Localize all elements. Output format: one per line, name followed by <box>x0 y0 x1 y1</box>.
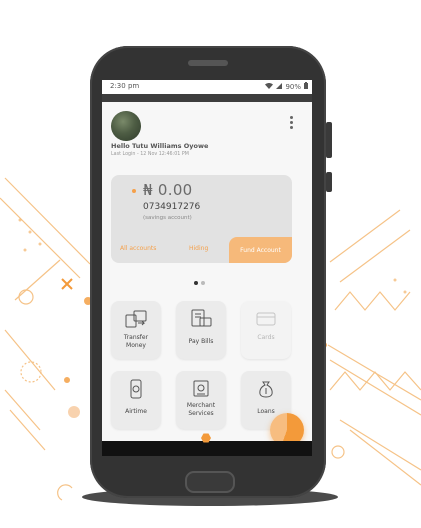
battery-text: 90% <box>285 82 301 91</box>
merchant-icon <box>189 379 213 399</box>
pager-dot-active[interactable] <box>194 281 198 285</box>
airtime-tile[interactable]: Airtime <box>111 371 161 429</box>
balance-indicator-dot <box>132 189 136 193</box>
more-menu-icon[interactable] <box>290 116 294 131</box>
transfer-money-label-2: Money <box>126 342 146 349</box>
avatar[interactable] <box>111 111 141 141</box>
airtime-label: Airtime <box>125 408 147 415</box>
card-pager <box>194 281 205 285</box>
pay-bills-label: Pay Bills <box>188 338 214 345</box>
last-login-text: Last Login - 12 Nov 12:46:01 PM <box>111 152 189 157</box>
cards-tile[interactable]: Cards <box>241 301 291 359</box>
merchant-services-tile[interactable]: Merchant Services <box>176 371 226 429</box>
phone-home-button <box>185 471 235 493</box>
phone-volume-button <box>326 122 332 158</box>
battery-icon <box>304 82 308 91</box>
all-accounts-link[interactable]: All accounts <box>120 245 156 252</box>
fund-account-button[interactable]: Fund Account <box>229 237 292 263</box>
hide-balance-link[interactable]: Hiding <box>189 245 208 252</box>
account-balance: ₦ 0.00 <box>143 181 193 199</box>
airtime-icon <box>124 379 148 399</box>
phone-mockup: 2:30 pm 90% Hello Tutu Williams Oyowe La… <box>90 46 332 498</box>
header-band <box>102 94 312 102</box>
bills-icon <box>189 309 213 329</box>
account-card-footer: All accounts Hiding Fund Account <box>111 237 292 263</box>
merchant-services-label-1: Merchant <box>186 402 216 409</box>
wifi-icon <box>265 82 274 91</box>
signal-icon <box>276 82 283 91</box>
account-type: (savings account) <box>143 215 192 221</box>
loans-icon <box>254 379 278 399</box>
phone-power-button <box>326 172 332 192</box>
phone-speaker <box>188 60 228 66</box>
cards-label: Cards <box>257 334 275 341</box>
pay-bills-tile[interactable]: Pay Bills <box>176 301 226 359</box>
account-card[interactable]: ₦ 0.00 0734917276 (savings account) All … <box>111 175 292 263</box>
greeting-text: Hello Tutu Williams Oyowe <box>111 142 209 150</box>
transfer-icon <box>124 309 148 329</box>
status-time: 2:30 pm <box>110 82 140 90</box>
transfer-money-tile[interactable]: Transfer Money <box>111 301 161 359</box>
merchant-services-label-2: Services <box>188 410 214 417</box>
card-icon <box>254 309 278 329</box>
transfer-money-label-1: Transfer <box>123 334 149 341</box>
app-screen: 2:30 pm 90% Hello Tutu Williams Oyowe La… <box>102 80 312 456</box>
account-number: 0734917276 <box>143 202 201 212</box>
bottom-nav-bar <box>102 441 312 456</box>
pager-dot[interactable] <box>201 281 205 285</box>
status-bar: 2:30 pm 90% <box>102 80 312 94</box>
